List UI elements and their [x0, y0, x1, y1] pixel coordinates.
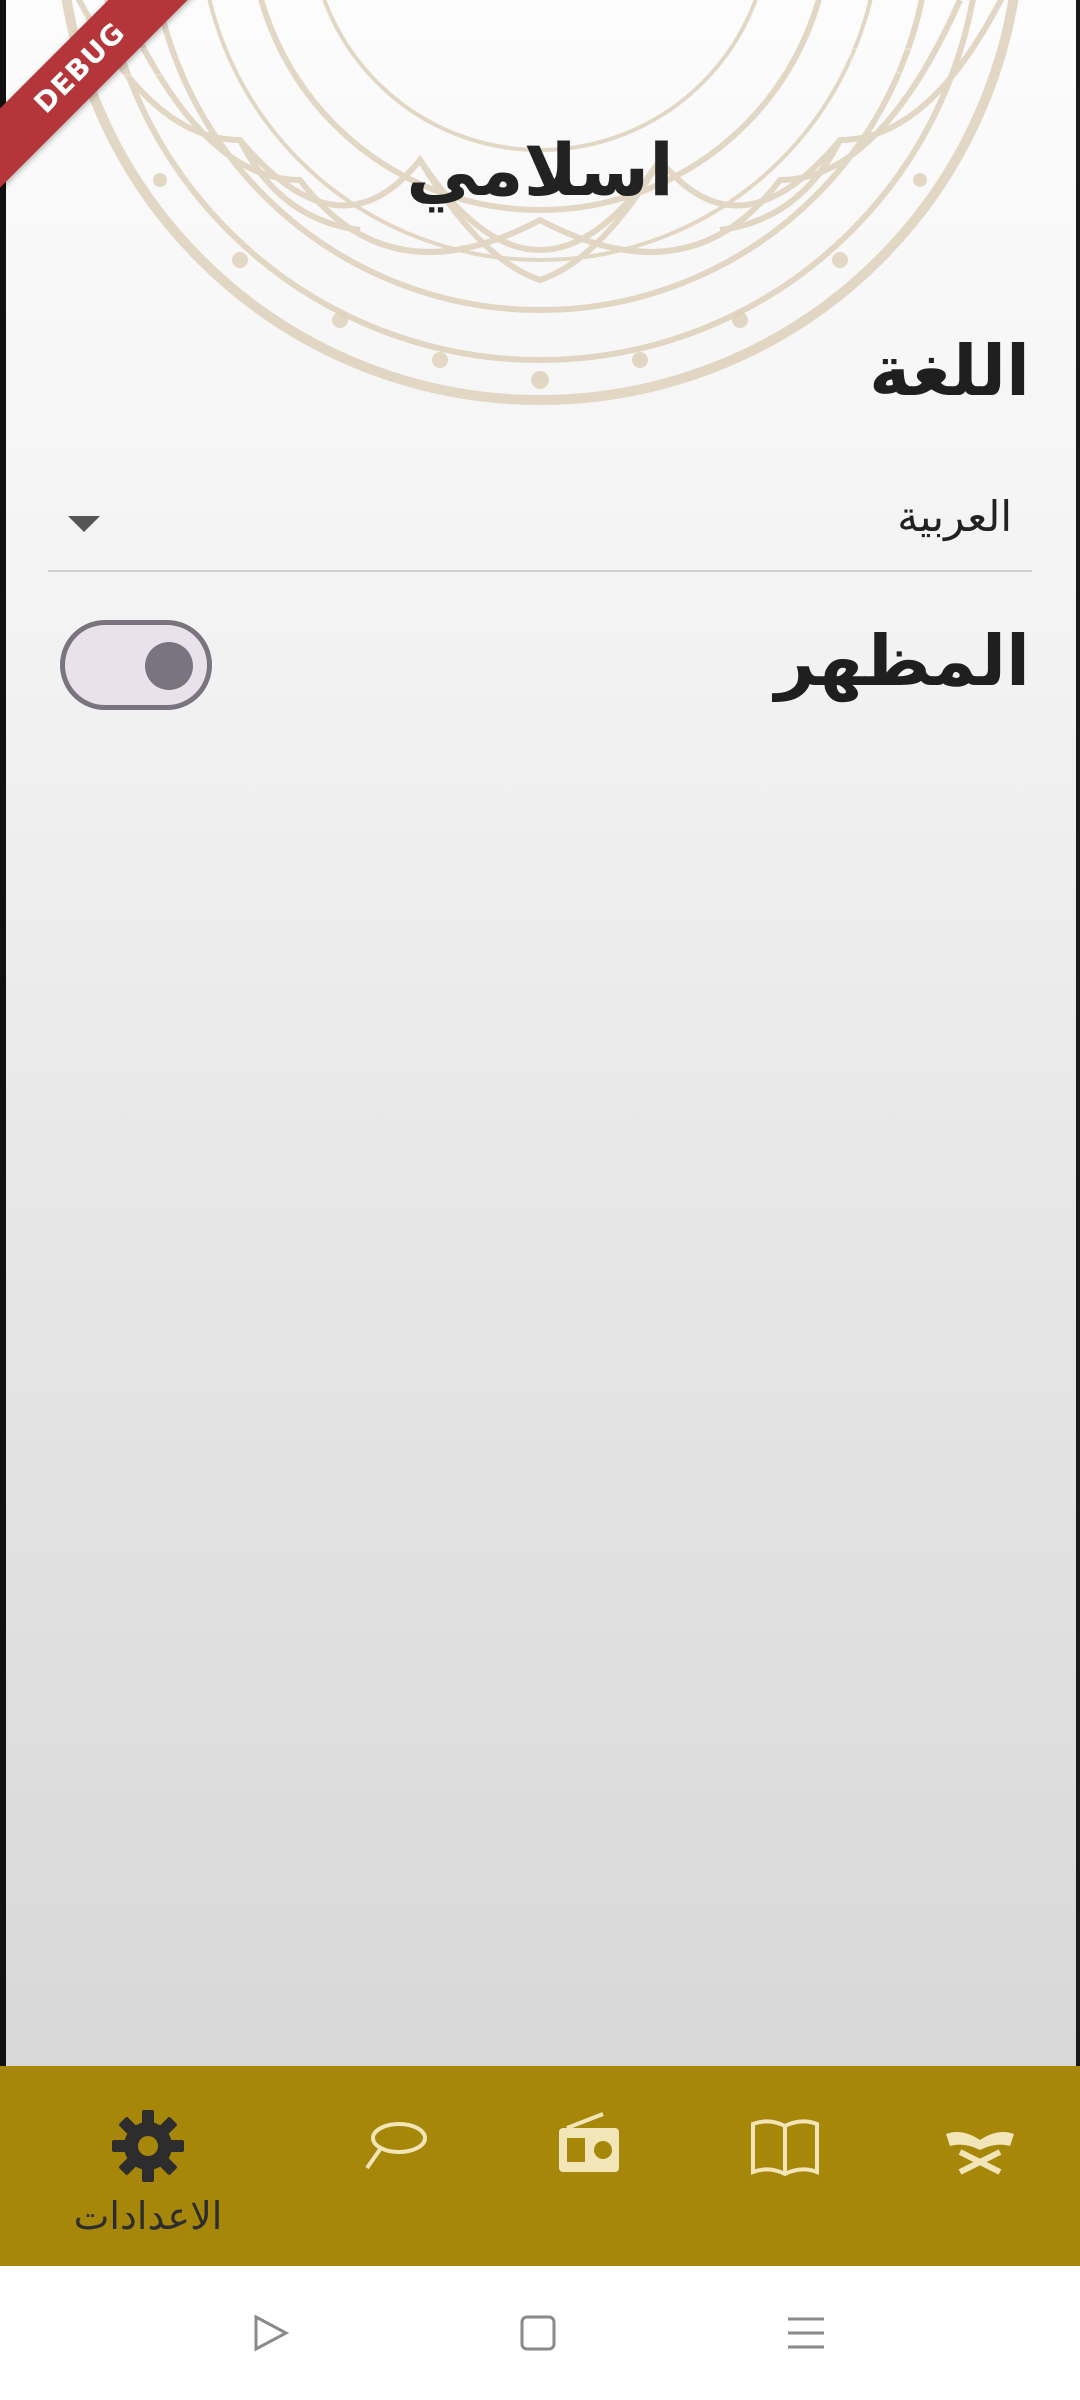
system-navigation-bar	[0, 2266, 1080, 2400]
theme-toggle[interactable]	[60, 620, 212, 710]
toggle-knob	[145, 642, 193, 690]
tasbeeh-icon	[365, 2122, 427, 2170]
book-icon	[751, 2119, 819, 2177]
nav-label-settings: الاعدادات	[73, 2194, 223, 2238]
language-heading: اللغة	[869, 330, 1030, 412]
dropdown-arrow-icon	[68, 516, 100, 532]
nav-item-settings[interactable]: الاعدادات	[68, 2066, 228, 2266]
status-bar	[0, 30, 1080, 90]
nav-item-quran[interactable]	[900, 2066, 1060, 2266]
app-title: اسلامي	[406, 128, 674, 212]
recents-menu-icon[interactable]	[784, 2311, 828, 2355]
back-triangle-icon[interactable]	[248, 2311, 292, 2355]
theme-heading: المظهر	[774, 620, 1030, 702]
screen-edge-right	[1076, 0, 1080, 2066]
gear-icon	[112, 2110, 184, 2182]
bottom-navigation: الاعدادات	[0, 2066, 1080, 2266]
clock-icon	[890, 48, 924, 76]
quran-icon	[946, 2132, 1014, 2175]
nav-item-radio[interactable]	[509, 2066, 669, 2266]
language-selected-value: العربية	[897, 492, 1012, 541]
settings-screen: DEBUG اسلامي اللغة العربية المظهر	[0, 0, 1080, 2066]
home-square-icon[interactable]	[516, 2311, 560, 2355]
nav-item-hadith[interactable]	[705, 2066, 865, 2266]
nav-item-tasbeeh[interactable]	[313, 2066, 473, 2266]
screen-edge-left	[0, 0, 6, 2066]
radio-icon	[559, 2112, 619, 2172]
language-dropdown[interactable]: العربية	[48, 478, 1032, 572]
alarm-icon	[850, 48, 878, 76]
